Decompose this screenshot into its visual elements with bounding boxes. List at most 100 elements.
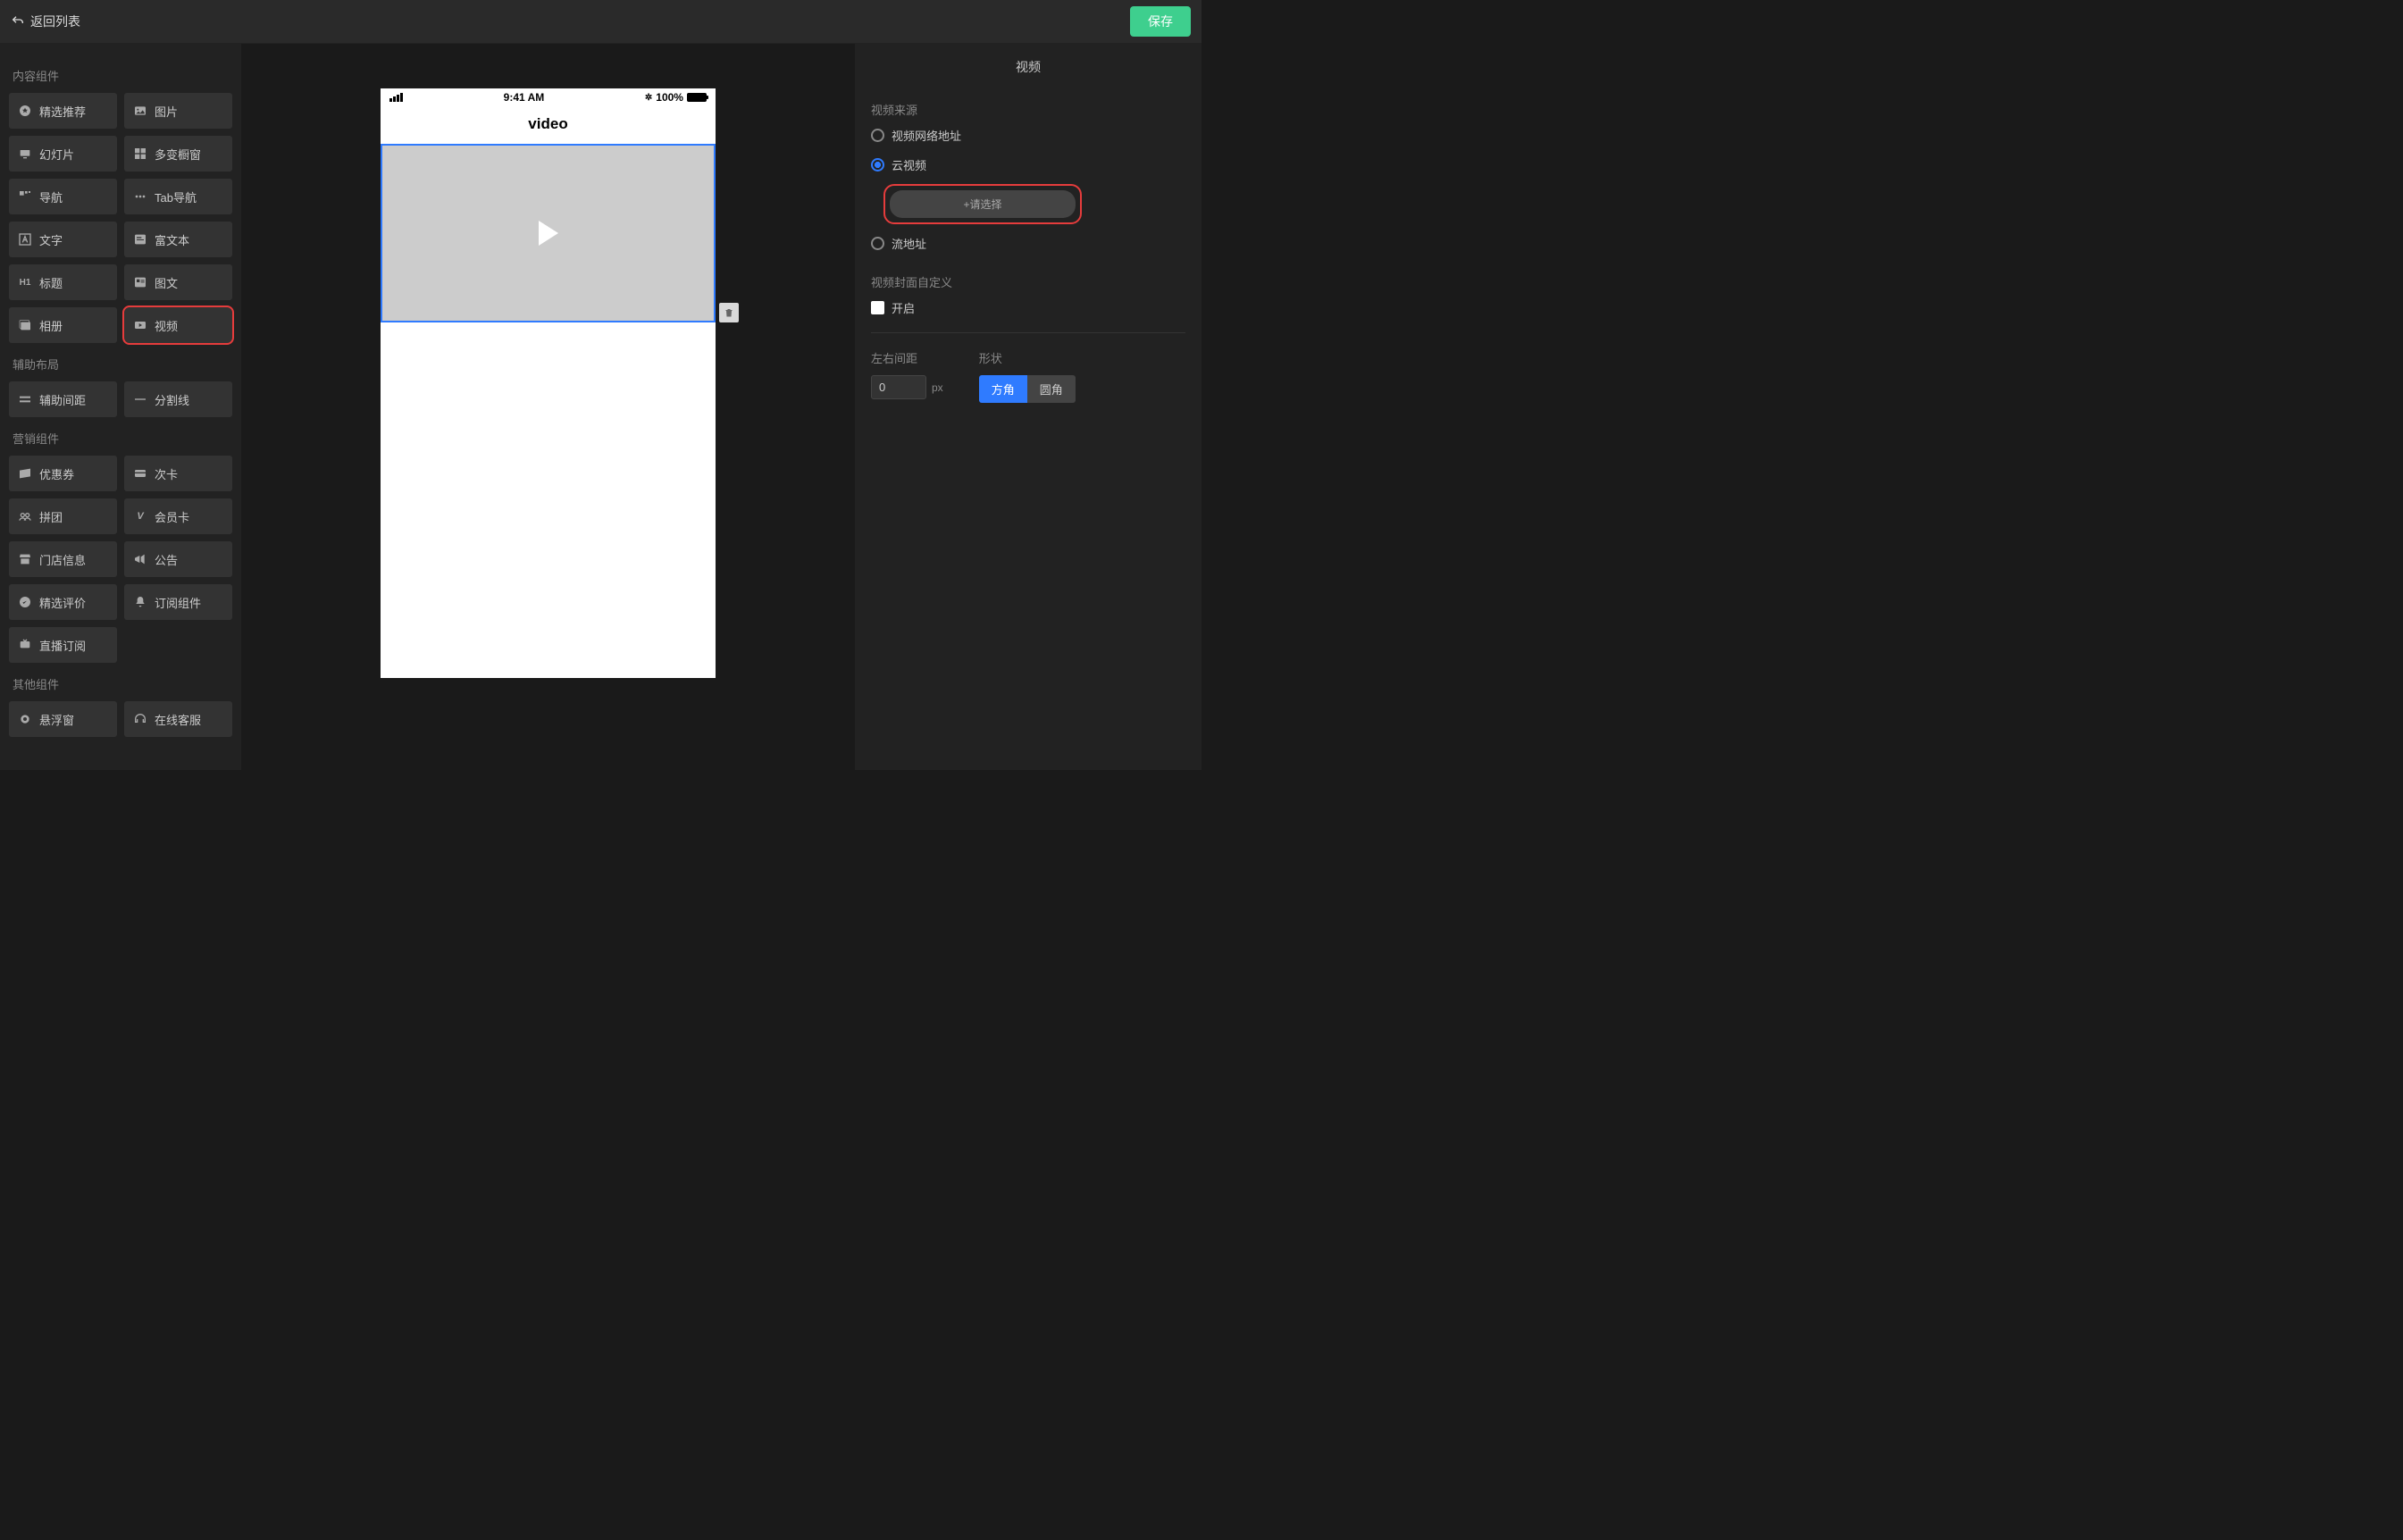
component-vip[interactable]: V 会员卡 xyxy=(124,498,232,534)
save-button[interactable]: 保存 xyxy=(1130,6,1191,37)
richtext-icon xyxy=(133,232,147,247)
component-text-a[interactable]: 文字 xyxy=(9,222,117,257)
bluetooth-icon: ✲ xyxy=(645,93,652,103)
float-icon xyxy=(18,712,32,726)
battery-percent: 100% xyxy=(656,91,683,104)
component-store[interactable]: 门店信息 xyxy=(9,541,117,577)
component-bell[interactable]: 订阅组件 xyxy=(124,584,232,620)
shape-label: 形状 xyxy=(979,349,1076,366)
video-icon xyxy=(133,318,147,332)
component-label: 优惠券 xyxy=(39,465,74,482)
page-title: video xyxy=(381,106,716,144)
component-label: 公告 xyxy=(155,551,178,568)
back-label: 返回列表 xyxy=(30,13,80,30)
radio-icon xyxy=(871,237,884,250)
source-option-url[interactable]: 视频网络地址 xyxy=(871,127,1185,144)
cover-enable-checkbox[interactable]: 开启 xyxy=(871,299,1185,316)
component-spacer[interactable]: 辅助间距 xyxy=(9,381,117,417)
component-video[interactable]: 视频 xyxy=(124,307,232,343)
shape-square-button[interactable]: 方角 xyxy=(979,375,1027,403)
component-album[interactable]: 相册 xyxy=(9,307,117,343)
component-nav[interactable]: 导航 xyxy=(9,179,117,214)
back-arrow-icon xyxy=(11,14,25,29)
component-label: 文字 xyxy=(39,231,63,248)
component-label: 次卡 xyxy=(155,465,178,482)
component-image-text[interactable]: 图文 xyxy=(124,264,232,300)
cover-label: 视频封面自定义 xyxy=(871,273,1185,290)
select-video-button[interactable]: +请选择 xyxy=(890,190,1076,218)
component-line[interactable]: 分割线 xyxy=(124,381,232,417)
component-palette: 内容组件精选推荐图片幻灯片多变橱窗导航Tab导航文字富文本H1标题图文相册视频辅… xyxy=(0,44,241,770)
radio-icon xyxy=(871,129,884,142)
component-label: 在线客服 xyxy=(155,711,201,728)
video-component[interactable] xyxy=(381,144,716,322)
shape-round-button[interactable]: 圆角 xyxy=(1027,375,1076,403)
line-icon xyxy=(133,392,147,406)
component-image[interactable]: 图片 xyxy=(124,93,232,129)
component-slideshow[interactable]: 幻灯片 xyxy=(9,136,117,172)
component-coupon[interactable]: 优惠券 xyxy=(9,456,117,491)
section-title: 辅助布局 xyxy=(13,356,232,372)
source-option-cloud[interactable]: 云视频 xyxy=(871,156,1185,173)
source-label: 视频来源 xyxy=(871,101,1185,118)
panel-title: 视频 xyxy=(855,44,1202,90)
section-title: 其他组件 xyxy=(13,675,232,692)
component-live[interactable]: 直播订阅 xyxy=(9,627,117,663)
review-icon xyxy=(18,595,32,609)
component-label: 订阅组件 xyxy=(155,594,201,611)
card-icon xyxy=(133,466,147,481)
image-text-icon xyxy=(133,275,147,289)
delete-component-button[interactable] xyxy=(719,303,739,322)
coupon-icon xyxy=(18,466,32,481)
component-label: 门店信息 xyxy=(39,551,86,568)
margin-label: 左右间距 xyxy=(871,349,943,366)
component-label: 精选评价 xyxy=(39,594,86,611)
checkbox-label: 开启 xyxy=(892,299,915,316)
canvas-area: 9:41 AM ✲ 100% video xyxy=(241,44,855,770)
component-dots[interactable]: Tab导航 xyxy=(124,179,232,214)
play-icon xyxy=(539,221,558,246)
component-label: 视频 xyxy=(155,317,178,334)
component-richtext[interactable]: 富文本 xyxy=(124,222,232,257)
vip-icon: V xyxy=(133,509,147,523)
status-time: 9:41 AM xyxy=(504,91,545,104)
component-label: 辅助间距 xyxy=(39,391,86,408)
component-label: 会员卡 xyxy=(155,508,189,525)
checkbox-icon xyxy=(871,301,884,314)
component-megaphone[interactable]: 公告 xyxy=(124,541,232,577)
component-label: 图文 xyxy=(155,274,178,291)
live-icon xyxy=(18,638,32,652)
back-button[interactable]: 返回列表 xyxy=(11,13,80,30)
option-label: 流地址 xyxy=(892,235,926,252)
group-icon xyxy=(18,509,32,523)
component-star-badge[interactable]: 精选推荐 xyxy=(9,93,117,129)
section-title: 营销组件 xyxy=(13,430,232,447)
component-heading[interactable]: H1标题 xyxy=(9,264,117,300)
component-group[interactable]: 拼团 xyxy=(9,498,117,534)
component-card[interactable]: 次卡 xyxy=(124,456,232,491)
signal-icon xyxy=(389,93,403,102)
slideshow-icon xyxy=(18,146,32,161)
component-label: 直播订阅 xyxy=(39,637,86,654)
divider xyxy=(871,332,1185,333)
radio-checked-icon xyxy=(871,158,884,172)
component-label: 图片 xyxy=(155,103,178,120)
component-float[interactable]: 悬浮窗 xyxy=(9,701,117,737)
service-icon xyxy=(133,712,147,726)
text-a-icon xyxy=(18,232,32,247)
component-label: 富文本 xyxy=(155,231,189,248)
album-icon xyxy=(18,318,32,332)
megaphone-icon xyxy=(133,552,147,566)
component-grid[interactable]: 多变橱窗 xyxy=(124,136,232,172)
nav-icon xyxy=(18,189,32,204)
component-review[interactable]: 精选评价 xyxy=(9,584,117,620)
source-option-stream[interactable]: 流地址 xyxy=(871,235,1185,252)
store-icon xyxy=(18,552,32,566)
component-service[interactable]: 在线客服 xyxy=(124,701,232,737)
properties-panel: 视频 视频来源 视频网络地址 云视频 +请选择 流地址 视频封面自定义 开启 xyxy=(855,44,1202,770)
shape-segmented: 方角 圆角 xyxy=(979,375,1076,403)
grid-icon xyxy=(133,146,147,161)
select-video-highlight: +请选择 xyxy=(885,186,1080,222)
star-badge-icon xyxy=(18,104,32,118)
margin-input[interactable] xyxy=(871,375,926,399)
